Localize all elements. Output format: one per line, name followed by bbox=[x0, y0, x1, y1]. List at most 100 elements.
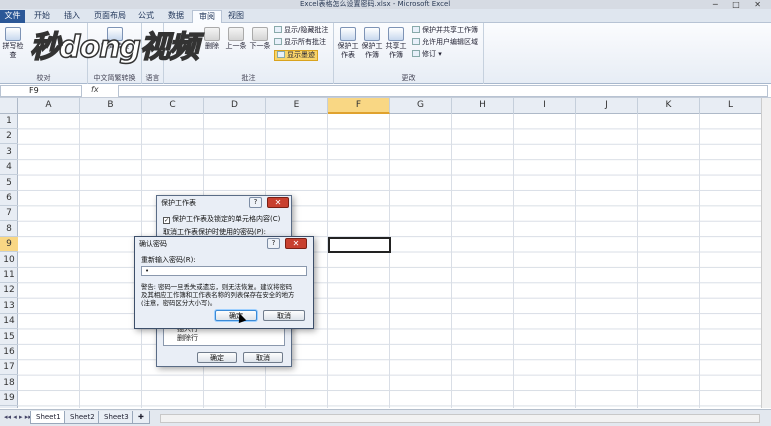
group-changes: 保护工作表 保护工作簿 共享工作簿 保护并共享工作簿 允许用户编辑区域 修订 ▾… bbox=[334, 23, 484, 84]
delete-comment-label: 删除 bbox=[205, 42, 219, 50]
row-header-10[interactable]: 10 bbox=[0, 253, 18, 268]
cell-grid[interactable] bbox=[18, 114, 771, 408]
row-header-13[interactable]: 13 bbox=[0, 299, 18, 314]
comments-icon bbox=[274, 38, 282, 45]
row-header-16[interactable]: 16 bbox=[0, 345, 18, 360]
protect-share-label: 保护并共享工作簿 bbox=[422, 26, 478, 34]
row-header-3[interactable]: 3 bbox=[0, 145, 18, 160]
vertical-scrollbar[interactable] bbox=[761, 98, 771, 408]
row-header-4[interactable]: 4 bbox=[0, 160, 18, 176]
row-header-11[interactable]: 11 bbox=[0, 268, 18, 283]
formula-input[interactable] bbox=[118, 85, 768, 97]
ink-icon bbox=[277, 51, 285, 58]
show-hide-comment-button[interactable]: 显示/隐藏批注 bbox=[274, 26, 328, 35]
row-header-17[interactable]: 17 bbox=[0, 360, 18, 376]
next-comment-label: 下一条 bbox=[249, 42, 271, 50]
protect-help-icon[interactable]: ? bbox=[249, 197, 262, 208]
checkbox-icon: ✓ bbox=[163, 217, 170, 224]
window-controls[interactable]: ─ □ ✕ bbox=[713, 0, 767, 9]
column-header-c[interactable]: C bbox=[142, 98, 204, 114]
column-header-g[interactable]: G bbox=[390, 98, 452, 114]
show-all-comments-button[interactable]: 显示所有批注 bbox=[274, 38, 326, 47]
protect-ok-button[interactable]: 确定 bbox=[197, 352, 237, 363]
confirm-close-icon[interactable]: ✕ bbox=[285, 238, 307, 249]
protect-sheet-label: 保护工作表 bbox=[337, 42, 359, 59]
tab-view[interactable]: 视图 bbox=[222, 10, 250, 23]
row-header-18[interactable]: 18 bbox=[0, 376, 18, 391]
horizontal-scrollbar[interactable] bbox=[160, 414, 760, 423]
row-header-5[interactable]: 5 bbox=[0, 176, 18, 191]
tab-file[interactable]: 文件 bbox=[0, 10, 25, 23]
fx-icon[interactable]: fx bbox=[91, 85, 99, 94]
row-header-9[interactable]: 9 bbox=[0, 237, 18, 253]
confirm-help-icon[interactable]: ? bbox=[267, 238, 280, 249]
column-header-a[interactable]: A bbox=[18, 98, 80, 114]
confirm-cancel-button[interactable]: 取消 bbox=[263, 310, 305, 321]
confirm-password-dialog: 确认密码 ? ✕ 重新输入密码(R): • 警告: 密码一旦丢失或遗忘，则无法恢… bbox=[134, 236, 314, 329]
show-hide-comment-label: 显示/隐藏批注 bbox=[284, 26, 329, 34]
insert-sheet-icon[interactable]: ✚ bbox=[132, 411, 150, 424]
column-header-k[interactable]: K bbox=[638, 98, 700, 114]
group-label-changes: 更改 bbox=[401, 74, 416, 82]
column-header-j[interactable]: J bbox=[576, 98, 638, 114]
allow-edit-icon bbox=[412, 38, 420, 45]
prev-comment-icon bbox=[228, 27, 244, 41]
share-workbook-label: 共享工作簿 bbox=[385, 42, 407, 59]
list-item[interactable]: 删除行 bbox=[167, 334, 284, 343]
column-header-h[interactable]: H bbox=[452, 98, 514, 114]
sheet-tab-3[interactable]: Sheet3 bbox=[98, 411, 135, 424]
protect-checkbox-label: 保护工作表及锁定的单元格内容(C) bbox=[172, 215, 281, 223]
group-label-comments: 批注 bbox=[241, 74, 256, 82]
sheet-tab-1[interactable]: Sheet1 bbox=[30, 411, 67, 424]
title-bar: Excel表格怎么设置密码.xlsx - Microsoft Excel ─ □… bbox=[0, 0, 771, 9]
show-all-comments-label: 显示所有批注 bbox=[284, 38, 326, 46]
ribbon-tabs: 文件 开始 插入 页面布局 公式 数据 审阅 视图 bbox=[0, 9, 771, 23]
spell-check-button[interactable]: 拼写检查 bbox=[2, 27, 24, 60]
sheet-nav-arrows[interactable]: ◂◂ ◂ ▸ ▸▸ bbox=[4, 413, 32, 421]
column-header-l[interactable]: L bbox=[700, 98, 762, 114]
column-header-f[interactable]: F bbox=[328, 98, 390, 114]
reenter-password-input[interactable]: • bbox=[141, 266, 307, 276]
row-header-19[interactable]: 19 bbox=[0, 391, 18, 407]
formula-bar: F9 fx bbox=[0, 84, 771, 98]
row-header-15[interactable]: 15 bbox=[0, 330, 18, 345]
row-header-6[interactable]: 6 bbox=[0, 191, 18, 206]
show-ink-button[interactable]: 显示墨迹 bbox=[274, 50, 318, 61]
row-header-8[interactable]: 8 bbox=[0, 222, 18, 237]
row-header-7[interactable]: 7 bbox=[0, 206, 18, 222]
row-header-14[interactable]: 14 bbox=[0, 314, 18, 330]
protect-workbook-button[interactable]: 保护工作簿 bbox=[360, 27, 384, 60]
column-header-e[interactable]: E bbox=[266, 98, 328, 114]
prev-comment-button[interactable]: 上一条 bbox=[224, 27, 248, 51]
row-header-2[interactable]: 2 bbox=[0, 129, 18, 145]
delete-comment-button[interactable]: 删除 bbox=[200, 27, 224, 51]
next-comment-button[interactable]: 下一条 bbox=[248, 27, 272, 51]
row-header-1[interactable]: 1 bbox=[0, 114, 18, 129]
column-header-i[interactable]: I bbox=[514, 98, 576, 114]
show-ink-label: 显示墨迹 bbox=[287, 51, 315, 59]
share-workbook-icon bbox=[388, 27, 404, 41]
protect-sheet-button[interactable]: 保护工作表 bbox=[336, 27, 360, 60]
share-workbook-button[interactable]: 共享工作簿 bbox=[384, 27, 408, 60]
selected-cell-f9[interactable] bbox=[328, 237, 391, 253]
protect-share-button[interactable]: 保护并共享工作簿 bbox=[412, 26, 478, 35]
select-all-corner[interactable] bbox=[0, 98, 18, 114]
window-title: Excel表格怎么设置密码.xlsx - Microsoft Excel bbox=[300, 0, 451, 8]
track-changes-label: 修订 bbox=[422, 50, 436, 58]
watermark-logo: 秒dong视频 bbox=[29, 29, 199, 66]
group-label-language: 语言 bbox=[145, 74, 160, 82]
name-box[interactable]: F9 bbox=[0, 85, 82, 97]
row-header-12[interactable]: 12 bbox=[0, 283, 18, 299]
allow-edit-ranges-button[interactable]: 允许用户编辑区域 bbox=[412, 38, 478, 47]
sheet-tab-bar: ◂◂ ◂ ▸ ▸▸ Sheet1 Sheet2 Sheet3 ✚ bbox=[0, 409, 771, 426]
protect-share-icon bbox=[412, 26, 420, 33]
protect-close-icon[interactable]: ✕ bbox=[267, 197, 289, 208]
column-header-d[interactable]: D bbox=[204, 98, 266, 114]
spell-check-label: 拼写检查 bbox=[2, 42, 24, 59]
track-changes-button[interactable]: 修订 ▾ bbox=[412, 50, 442, 59]
column-header-b[interactable]: B bbox=[80, 98, 142, 114]
protect-cancel-button[interactable]: 取消 bbox=[243, 352, 283, 363]
track-changes-icon bbox=[412, 50, 420, 57]
sheet-tab-2[interactable]: Sheet2 bbox=[64, 411, 101, 424]
protect-checkbox[interactable]: ✓ 保护工作表及锁定的单元格内容(C) bbox=[163, 215, 280, 224]
